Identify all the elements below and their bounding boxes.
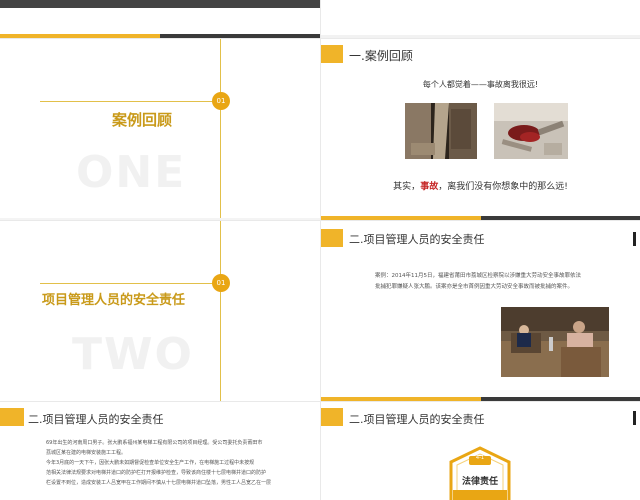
slide-responsibility-case[interactable]: 二.项目管理人员的安全责任 案例：2014年11月5日，福建省莆田市荔城区检察院… (321, 221, 640, 401)
detail-line: 范相关法律法规要求对电梯井道口的防护栏打开报维护检查，导致该商住楼十七层电梯井道… (46, 470, 267, 476)
accident-scene-image (405, 103, 477, 159)
slide-edge (0, 218, 320, 220)
accident-scene-image (494, 103, 568, 159)
dark-top-bar (0, 0, 320, 8)
dark-bar (481, 397, 640, 401)
slide-top-left-partial[interactable] (0, 0, 320, 38)
badge-label: 法律责任 (461, 477, 498, 487)
section-title: 项目管理人员的安全责任 (42, 293, 186, 308)
detail-line: 栏设置不到位，造成安装工人吕宽甲在工作期间不慎从十七层电梯井道口坠落，男性工人吕… (46, 480, 272, 486)
case-paragraph: 案例：2014年11月5日，福建省莆田市荔城区检察院以涉嫌重大劳动安全事故罪依法… (375, 271, 615, 293)
slide-header: 二.项目管理人员的安全责任 (349, 233, 485, 246)
header-accent-block (321, 229, 343, 247)
horizontal-rule (40, 283, 220, 284)
slide-header: 二.项目管理人员的安全责任 (28, 413, 164, 426)
accident-photo-left (405, 103, 477, 159)
quote-text: 每个人都觉着——事故离我很远! (422, 80, 539, 89)
slide-section-one[interactable]: 01 案例回顾 ONE (0, 39, 320, 220)
detail-line: 69年出生的河南周口男子。张大鹏系福州某电梯工程有限公司的项目经理。受公司委托负… (46, 440, 263, 446)
case-line: 批捕犯罪嫌疑人张大鹏。该案亦是全市首例因重大劳动安全事故而被批捕的案件。 (375, 284, 574, 290)
watermark-text: TWO (72, 329, 194, 380)
badge-base (453, 490, 507, 500)
header-accent-block (0, 408, 24, 426)
slide-section-two[interactable]: 01 项目管理人员的安全责任 TWO (0, 221, 320, 401)
header-accent-block (321, 408, 343, 426)
slide-header: 二.项目管理人员的安全责任 (349, 413, 485, 426)
header-accent-block (321, 45, 343, 63)
section-title: 案例回顾 (112, 111, 173, 129)
courtroom-image (501, 307, 609, 377)
detail-line: 今年3月底的一天下午，因张大鹏未如期督促检查单位安全生产工作，在电梯施工过程中未… (46, 460, 255, 466)
divider (321, 35, 640, 38)
header-right-mark (633, 411, 636, 425)
slide-responsibility-text[interactable]: 二.项目管理人员的安全责任 69年出生的河南周口男子。张大鹏系福州某电梯工程有限… (0, 402, 320, 500)
courtroom-photo (501, 307, 609, 377)
header-right-mark (633, 232, 636, 246)
accident-photo-right (494, 103, 568, 159)
section-number-badge: 01 (212, 274, 230, 292)
closing-suffix: ，离我们没有你想象中的那么远! (438, 182, 568, 192)
dark-bar (160, 34, 320, 38)
slide-header: 一.案例回顾 (349, 49, 413, 63)
closing-prefix: 其实， (393, 182, 421, 192)
highlight-accident: 事故 (420, 182, 439, 192)
section-number-badge: 01 (212, 92, 230, 110)
slide-legal-responsibility[interactable]: 二.项目管理人员的安全责任 4-1 法律责任 (321, 402, 640, 500)
slide-top-right-partial[interactable] (321, 0, 640, 38)
vertical-rule (220, 39, 221, 220)
accent-bar (321, 216, 481, 220)
detail-line: 荔城区某在建的电梯安装施工工程。 (46, 450, 127, 456)
slide-case-review[interactable]: 一.案例回顾 每个人都觉着——事故离我很远! 其实，事故，离我们没有你想象中的那… (321, 39, 640, 220)
badge-number: 4-1 (475, 455, 485, 461)
accent-bar (0, 34, 160, 38)
dark-bar (481, 216, 640, 220)
watermark-text: ONE (76, 147, 187, 198)
closing-statement: 其实，事故，离我们没有你想象中的那么远! (321, 179, 640, 192)
vertical-rule (220, 221, 221, 401)
case-details: 69年出生的河南周口男子。张大鹏系福州某电梯工程有限公司的项目经理。受公司委托负… (46, 438, 316, 488)
accent-bar (321, 397, 481, 401)
case-line: 案例：2014年11月5日，福建省莆田市荔城区检察院以涉嫌重大劳动安全事故罪依法 (375, 273, 581, 279)
horizontal-rule (40, 101, 220, 102)
